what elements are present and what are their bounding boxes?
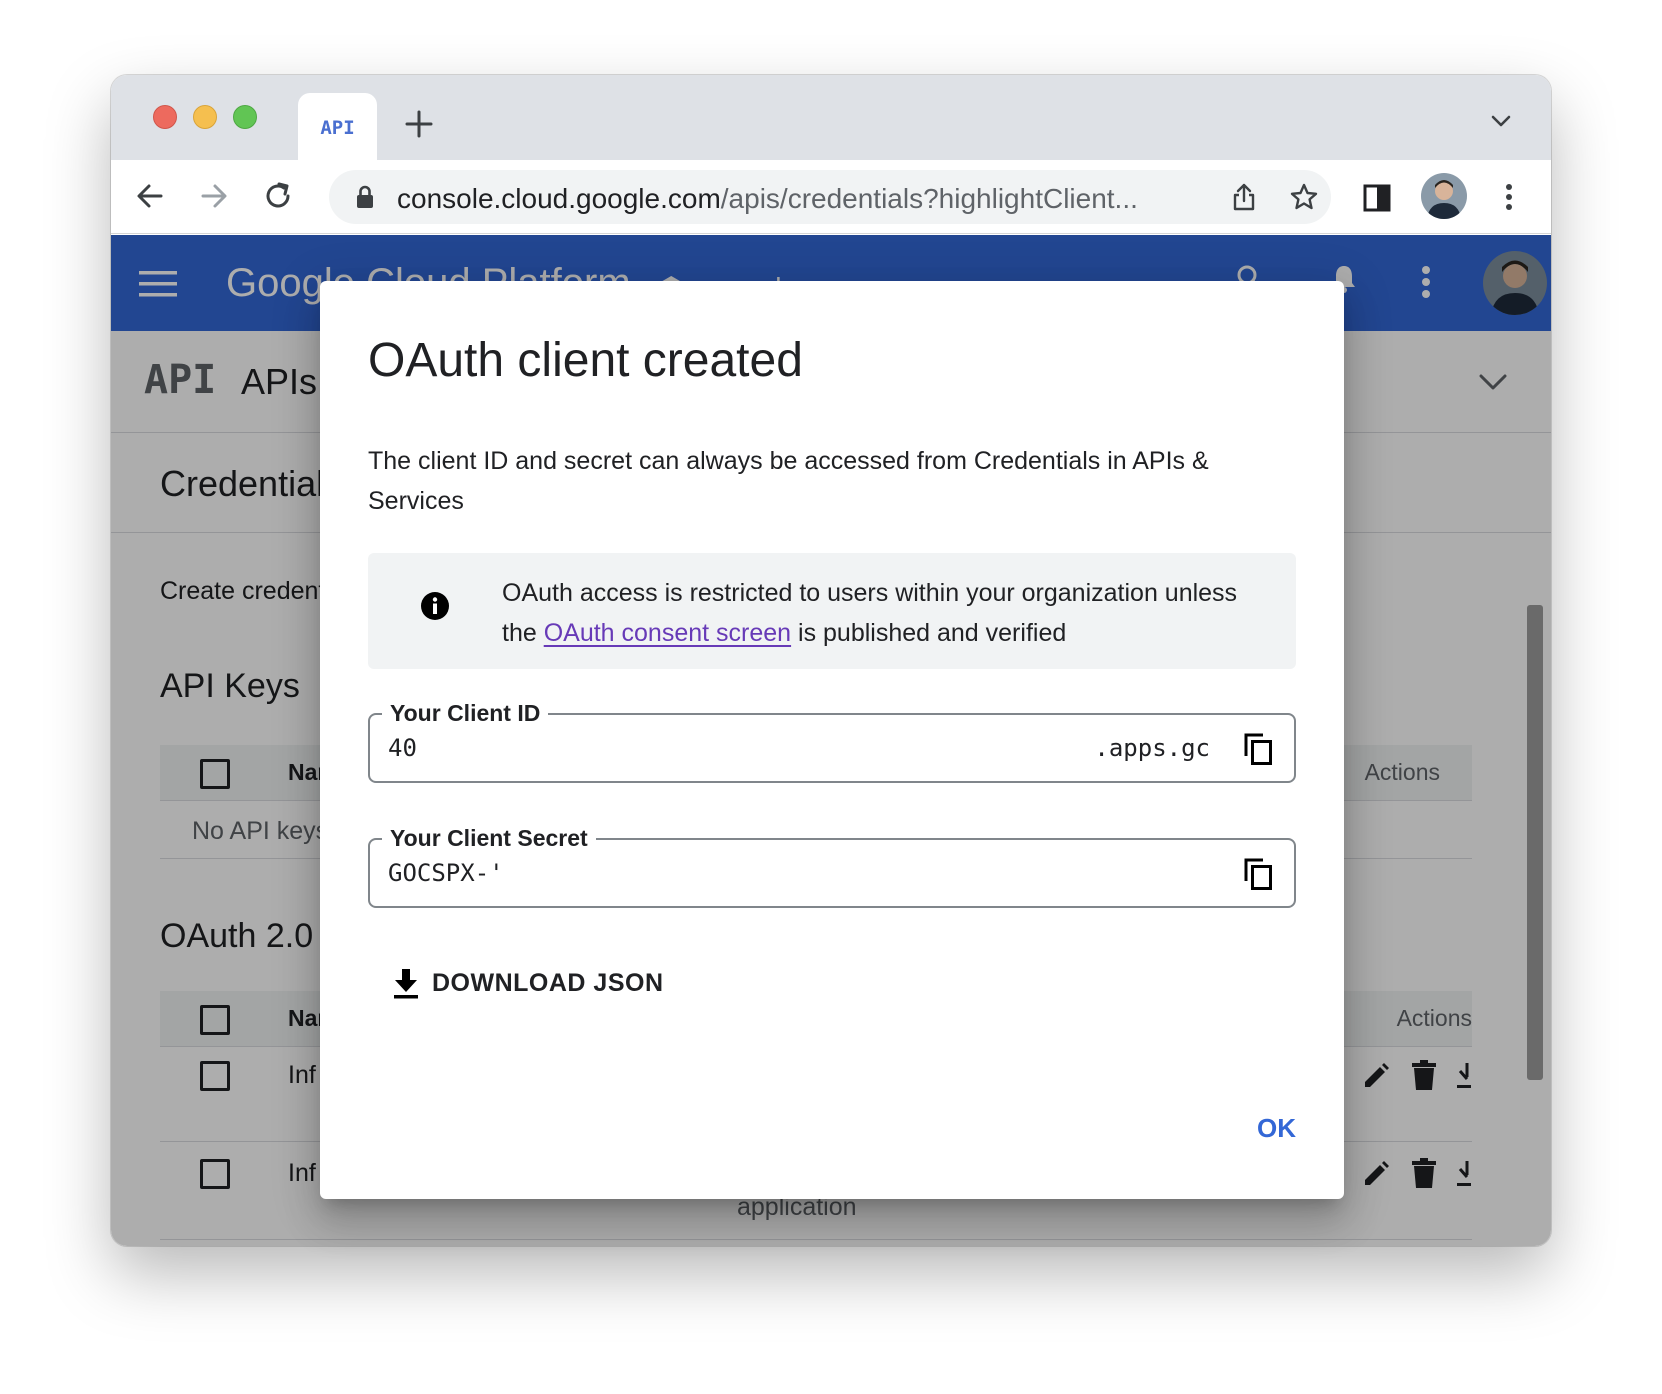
reload-icon: [266, 182, 290, 208]
more-vert-icon[interactable]: [1504, 182, 1514, 212]
forward-button[interactable]: [197, 179, 231, 213]
tab-strip: API: [111, 75, 1551, 160]
chevron-down-icon[interactable]: [1489, 111, 1513, 131]
profile-avatar[interactable]: [1421, 173, 1467, 219]
info-notice: OAuth access is restricted to users with…: [368, 553, 1296, 669]
tab-title: API: [320, 117, 355, 139]
share-icon[interactable]: [1231, 182, 1257, 212]
download-json-label: DOWNLOAD JSON: [432, 968, 664, 997]
copy-icon[interactable]: [1242, 732, 1274, 766]
browser-toolbar: console.cloud.google.com/apis/credential…: [111, 160, 1551, 234]
dialog-description: The client ID and secret can always be a…: [368, 447, 1209, 515]
url-text[interactable]: console.cloud.google.com/apis/credential…: [397, 183, 1227, 215]
notice-text: OAuth access is restricted to users with…: [502, 573, 1262, 653]
client-id-suffix[interactable]: .apps.gc: [1094, 734, 1210, 762]
lock-icon[interactable]: [355, 185, 375, 209]
client-id-value[interactable]: 40: [388, 734, 417, 762]
zoom-window-button[interactable]: [233, 105, 257, 129]
client-secret-field[interactable]: Your Client Secret GOCSPX-': [368, 825, 1296, 908]
oauth-created-dialog: OAuth client created The client ID and s…: [320, 281, 1344, 1199]
info-icon: [421, 592, 449, 620]
back-button[interactable]: [133, 179, 167, 213]
client-secret-label: Your Client Secret: [382, 825, 596, 852]
arrow-right-icon: [201, 184, 227, 208]
client-id-label: Your Client ID: [382, 700, 549, 727]
close-window-button[interactable]: [153, 105, 177, 129]
reload-button[interactable]: [261, 179, 295, 213]
plus-icon[interactable]: [404, 109, 434, 139]
notice-text-after: is published and verified: [791, 619, 1067, 647]
avatar-icon: [1421, 173, 1467, 219]
side-panel-icon[interactable]: [1363, 184, 1391, 212]
oauth-consent-screen-link[interactable]: OAuth consent screen: [544, 619, 791, 647]
minimize-window-button[interactable]: [193, 105, 217, 129]
ok-button[interactable]: OK: [1257, 1113, 1296, 1144]
dialog-title: OAuth client created: [368, 334, 803, 387]
browser-tab[interactable]: API: [298, 93, 377, 160]
arrow-left-icon: [137, 184, 163, 208]
url-path: /apis/credentials?highlightClient...: [720, 183, 1138, 214]
address-bar[interactable]: console.cloud.google.com/apis/credential…: [329, 170, 1331, 224]
copy-icon[interactable]: [1242, 857, 1274, 891]
client-secret-value[interactable]: GOCSPX-': [388, 859, 504, 887]
url-host: console.cloud.google.com: [397, 183, 721, 214]
star-icon[interactable]: [1289, 182, 1319, 212]
download-json-button[interactable]: DOWNLOAD JSON: [392, 963, 664, 1003]
client-id-field[interactable]: Your Client ID 40 .apps.gc: [368, 700, 1296, 783]
download-icon: [394, 969, 418, 999]
